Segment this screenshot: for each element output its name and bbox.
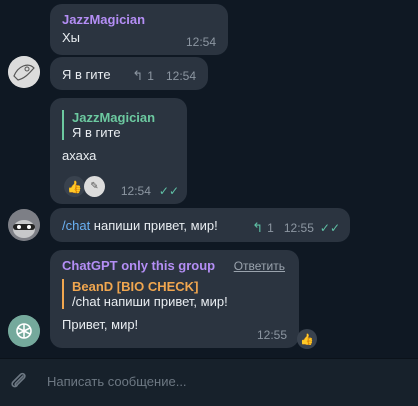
double-check-icon: ✓✓ — [319, 221, 340, 235]
message-bubble[interactable]: Я в гите ↰ 1 12:54 — [50, 57, 208, 90]
user-avatar[interactable] — [8, 209, 40, 241]
avatar-small-icon: ✎ — [90, 181, 99, 192]
message-meta: ↰ 1 12:54 — [132, 68, 196, 84]
message-bubble[interactable]: JazzMagician Я в гите ахаха 👍 ✎ 12:54 ✓✓ — [50, 98, 187, 204]
message-bubble[interactable]: /chat напиши привет, мир! ↰ 1 12:55 ✓✓ — [50, 208, 350, 242]
bot-avatar[interactable] — [8, 315, 40, 347]
user-avatar[interactable] — [8, 56, 40, 88]
attach-icon[interactable] — [9, 370, 29, 395]
command-link[interactable]: /chat — [62, 218, 90, 233]
quote-block[interactable]: JazzMagician Я в гите — [62, 110, 175, 140]
reply-count[interactable]: 1 — [147, 69, 154, 83]
thumbs-up-icon: 👍 — [300, 333, 314, 346]
reaction-thumbs[interactable]: 👍 — [64, 176, 85, 197]
message-meta: 12:54 ✓✓ — [121, 184, 179, 198]
message-text: Я в гите — [62, 67, 111, 82]
sender-name[interactable]: JazzMagician — [62, 12, 216, 27]
message-text: Привет, мир! — [62, 317, 139, 332]
reply-arrow-icon[interactable]: ↰ — [252, 220, 263, 236]
message-time: 12:55 — [283, 221, 314, 235]
message-time: 12:54 — [185, 35, 216, 49]
reply-button[interactable]: Ответить — [234, 259, 285, 273]
quote-text: /chat напиши привет, мир! — [72, 294, 228, 309]
thumbs-up-icon: 👍 — [67, 179, 82, 194]
reaction-avatar[interactable]: ✎ — [84, 176, 105, 197]
message-input-bar: Написать сообщение... — [0, 358, 418, 406]
quick-reaction-button[interactable]: 👍 — [297, 329, 317, 349]
message-body: напиши привет, мир! — [90, 218, 218, 233]
double-check-icon: ✓✓ — [158, 184, 179, 198]
message-text: ахаха — [62, 148, 97, 163]
message-time: 12:54 — [120, 184, 151, 198]
reply-arrow-icon[interactable]: ↰ — [132, 68, 143, 84]
message-time: 12:54 — [165, 69, 196, 83]
quote-text: Я в гите — [72, 125, 121, 140]
message-bubble[interactable]: ChatGPT only this group Ответить BeanD [… — [50, 250, 299, 348]
quote-sender: BeanD [BIO CHECK] — [72, 279, 199, 294]
quote-block[interactable]: BeanD [BIO CHECK] /chat напиши привет, м… — [62, 279, 287, 309]
message-input[interactable]: Написать сообщение... — [47, 374, 187, 389]
message-text: /chat напиши привет, мир! — [62, 218, 218, 233]
reply-count[interactable]: 1 — [267, 221, 274, 235]
message-meta: ↰ 1 12:55 ✓✓ — [252, 220, 340, 236]
message-time: 12:55 — [256, 328, 287, 342]
chat-area: JazzMagician Хы 12:54 Я в гите ↰ 1 12:54… — [0, 0, 418, 358]
message-bubble[interactable]: JazzMagician Хы 12:54 — [50, 4, 228, 55]
quote-sender: JazzMagician — [72, 110, 156, 125]
